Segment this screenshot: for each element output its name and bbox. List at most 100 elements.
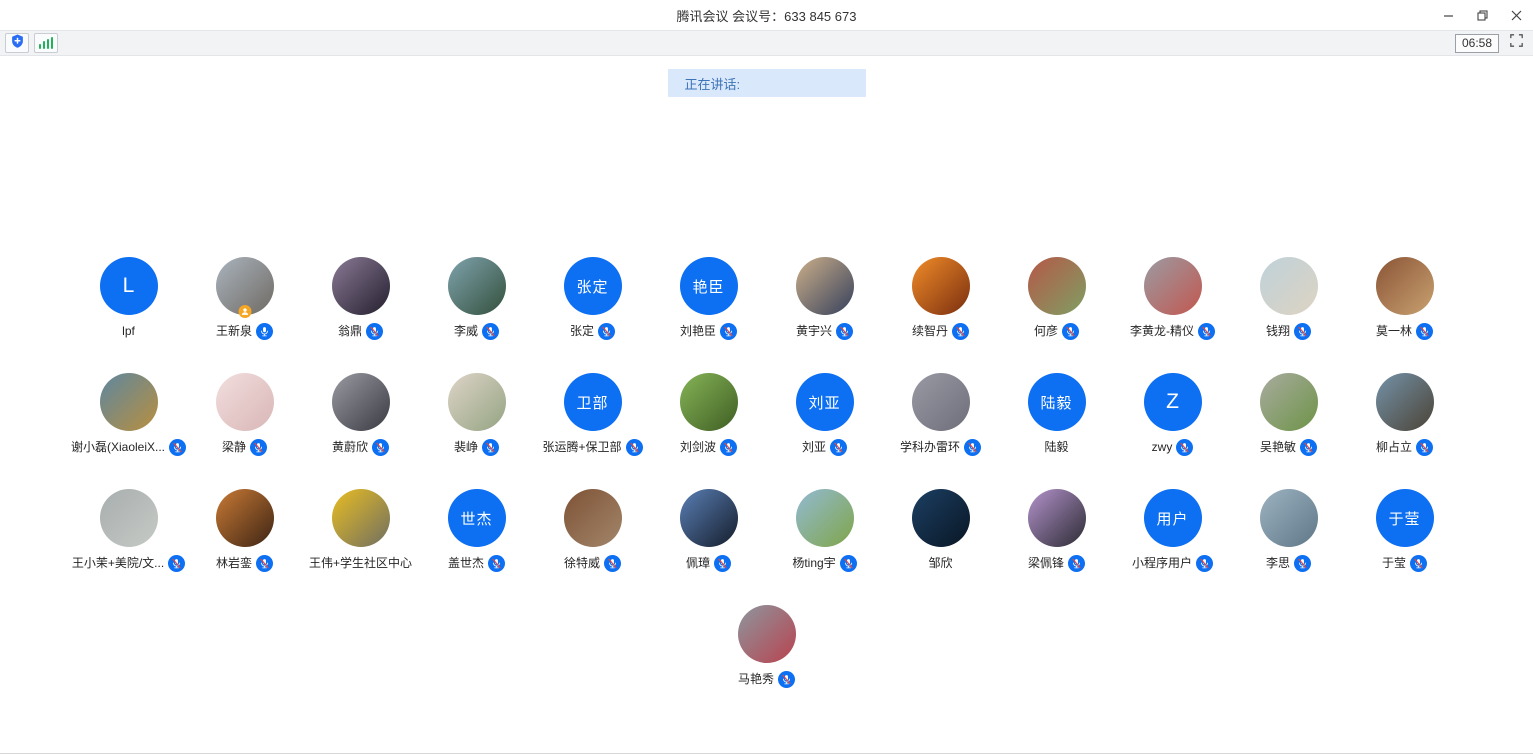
mic-icon[interactable] <box>169 439 186 456</box>
participant-tile[interactable]: 梁静 <box>187 373 303 456</box>
restore-button[interactable] <box>1465 0 1499 30</box>
mic-icon[interactable] <box>482 439 499 456</box>
participant-tile[interactable]: 于莹 于莹 <box>1347 489 1463 572</box>
mic-icon[interactable] <box>256 555 273 572</box>
participant-tile[interactable]: 钱翔 <box>1231 257 1347 340</box>
participant-tile[interactable]: 林岩銮 <box>187 489 303 572</box>
participant-name: 杨ting宇 <box>792 555 835 572</box>
avatar-wrap: 陆毅 <box>1028 373 1086 431</box>
participant-name: 谢小磊(XiaoleiX... <box>71 439 165 456</box>
participant-tile[interactable]: 艳臣 刘艳臣 <box>651 257 767 340</box>
participant-tile[interactable]: 刘亚 刘亚 <box>767 373 883 456</box>
participant-tile[interactable]: 李威 <box>419 257 535 340</box>
mic-icon[interactable] <box>714 555 731 572</box>
avatar-wrap <box>332 489 390 547</box>
name-row: 学科办雷环 <box>900 439 981 456</box>
mic-icon[interactable] <box>720 323 737 340</box>
participant-tile[interactable]: 马艳秀 <box>709 605 825 688</box>
mic-icon[interactable] <box>1198 323 1215 340</box>
mic-icon[interactable] <box>1068 555 1085 572</box>
mic-icon[interactable] <box>366 323 383 340</box>
participant-name: 徐特威 <box>564 555 600 572</box>
mic-icon[interactable] <box>840 555 857 572</box>
avatar <box>1376 373 1434 431</box>
mic-icon[interactable] <box>604 555 621 572</box>
avatar-wrap <box>448 257 506 315</box>
participant-tile[interactable]: 柳占立 <box>1347 373 1463 456</box>
participant-tile[interactable]: 李思 <box>1231 489 1347 572</box>
participant-tile[interactable]: 卫部 张运腾+保卫部 <box>535 373 651 456</box>
participant-tile[interactable]: 续智丹 <box>883 257 999 340</box>
mic-icon[interactable] <box>250 439 267 456</box>
avatar <box>912 373 970 431</box>
name-row: 钱翔 <box>1266 323 1311 340</box>
name-row: 刘剑波 <box>680 439 737 456</box>
participant-tile[interactable]: L lpf <box>71 257 187 340</box>
participant-tile[interactable]: 刘剑波 <box>651 373 767 456</box>
name-row: 翁鼎 <box>338 323 383 340</box>
security-button[interactable] <box>5 33 29 53</box>
participant-tile[interactable]: 何彦 <box>999 257 1115 340</box>
mic-icon[interactable] <box>598 323 615 340</box>
participant-tile[interactable]: 王新泉 <box>187 257 303 340</box>
mic-icon[interactable] <box>836 323 853 340</box>
participant-tile[interactable]: 谢小磊(XiaoleiX... <box>71 373 187 456</box>
participant-tile[interactable]: 王小茉+美院/文... <box>71 489 187 572</box>
toolbar-left <box>5 33 58 53</box>
mic-icon[interactable] <box>720 439 737 456</box>
mic-icon[interactable] <box>1416 439 1433 456</box>
mic-icon[interactable] <box>488 555 505 572</box>
mic-icon[interactable] <box>952 323 969 340</box>
participant-tile[interactable]: 吴艳敏 <box>1231 373 1347 456</box>
participant-tile[interactable]: 梁佩锋 <box>999 489 1115 572</box>
participant-tile[interactable]: 李黄龙-精仪 <box>1115 257 1231 340</box>
mic-icon[interactable] <box>830 439 847 456</box>
mic-icon[interactable] <box>372 439 389 456</box>
participant-tile[interactable]: Z zwy <box>1115 373 1231 456</box>
name-row: 佩璋 <box>686 555 731 572</box>
mic-icon[interactable] <box>168 555 185 572</box>
mic-icon[interactable] <box>1294 323 1311 340</box>
participant-tile[interactable]: 佩璋 <box>651 489 767 572</box>
mic-icon[interactable] <box>482 323 499 340</box>
name-row: 梁佩锋 <box>1028 555 1085 572</box>
avatar <box>796 489 854 547</box>
mic-icon[interactable] <box>964 439 981 456</box>
participant-tile[interactable]: 徐特威 <box>535 489 651 572</box>
participant-tile[interactable]: 黄蔚欣 <box>303 373 419 456</box>
avatar-wrap <box>1028 489 1086 547</box>
participant-tile[interactable]: 黄宇兴 <box>767 257 883 340</box>
avatar-wrap <box>1144 257 1202 315</box>
mic-icon[interactable] <box>1062 323 1079 340</box>
participant-tile[interactable]: 学科办雷环 <box>883 373 999 456</box>
participant-tile[interactable]: 杨ting宇 <box>767 489 883 572</box>
mic-icon[interactable] <box>1300 439 1317 456</box>
participant-tile[interactable]: 莫一林 <box>1347 257 1463 340</box>
network-signal-button[interactable] <box>34 33 58 53</box>
participant-tile[interactable]: 陆毅 陆毅 <box>999 373 1115 456</box>
participant-tile[interactable]: 翁鼎 <box>303 257 419 340</box>
close-button[interactable] <box>1499 0 1533 30</box>
fullscreen-button[interactable] <box>1504 33 1528 53</box>
participant-tile[interactable]: 邹欣 <box>883 489 999 572</box>
participant-name: 裴峥 <box>454 439 478 456</box>
participant-tile[interactable]: 世杰 盖世杰 <box>419 489 535 572</box>
participant-tile[interactable]: 王伟+学生社区中心 <box>303 489 419 572</box>
mic-icon[interactable] <box>1410 555 1427 572</box>
minimize-button[interactable] <box>1431 0 1465 30</box>
mic-icon[interactable] <box>1294 555 1311 572</box>
participant-tile[interactable]: 张定 张定 <box>535 257 651 340</box>
mic-icon[interactable] <box>626 439 643 456</box>
mic-icon[interactable] <box>256 323 273 340</box>
participant-tile[interactable]: 裴峥 <box>419 373 535 456</box>
avatar-wrap <box>1376 373 1434 431</box>
name-row: 柳占立 <box>1376 439 1433 456</box>
mic-icon[interactable] <box>778 671 795 688</box>
participant-tile[interactable]: 用户 小程序用户 <box>1115 489 1231 572</box>
mic-icon[interactable] <box>1176 439 1193 456</box>
mic-icon[interactable] <box>1196 555 1213 572</box>
avatar-wrap <box>1028 257 1086 315</box>
mic-icon[interactable] <box>1416 323 1433 340</box>
meeting-window: 腾讯会议 会议号：633 845 673 <box>0 0 1533 754</box>
participant-name: 王新泉 <box>216 323 252 340</box>
